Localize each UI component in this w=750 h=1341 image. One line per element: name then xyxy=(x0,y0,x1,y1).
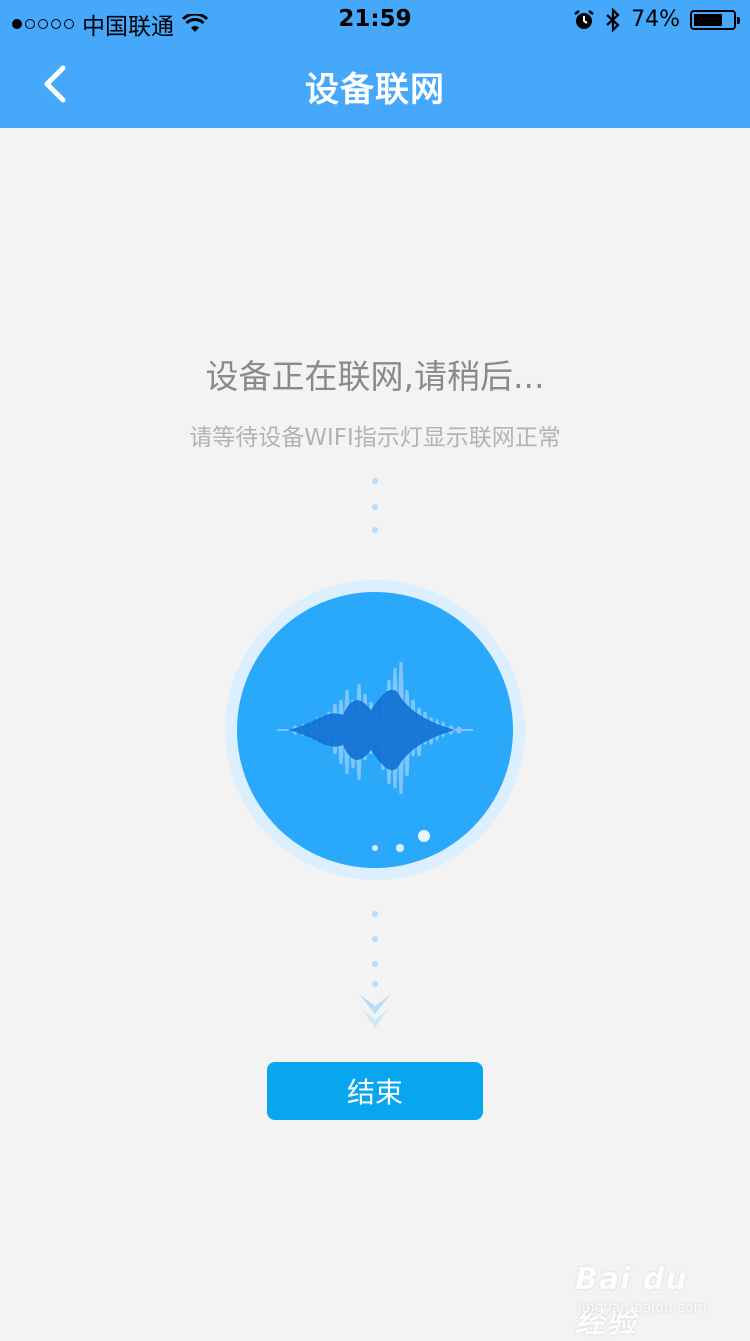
baidu-jingyan-watermark: Bai du 经验 jingyan.baidu.com xyxy=(575,1262,715,1340)
battery-icon xyxy=(690,9,740,30)
arrow-down-icon xyxy=(359,994,391,1028)
wave-bar xyxy=(456,726,462,734)
status-heading: 设备正在联网,请稍后... xyxy=(205,357,545,396)
page-title: 设备联网 xyxy=(305,70,445,110)
nav-bar: 设备联网 xyxy=(0,40,750,128)
status-bar: 中国联通 21:59 74% xyxy=(0,0,750,40)
bluetooth-icon xyxy=(606,7,620,32)
watermark-url: jingyan.baidu.com xyxy=(578,1300,708,1316)
battery-percent: 74% xyxy=(631,7,680,32)
status-hint: 请等待设备WIFI指示灯显示联网正常 xyxy=(189,425,561,451)
alarm-icon xyxy=(574,9,594,29)
end-button[interactable]: 结束 xyxy=(267,1062,483,1120)
sound-wave-icon xyxy=(225,580,525,880)
status-right: 74% xyxy=(573,7,740,32)
